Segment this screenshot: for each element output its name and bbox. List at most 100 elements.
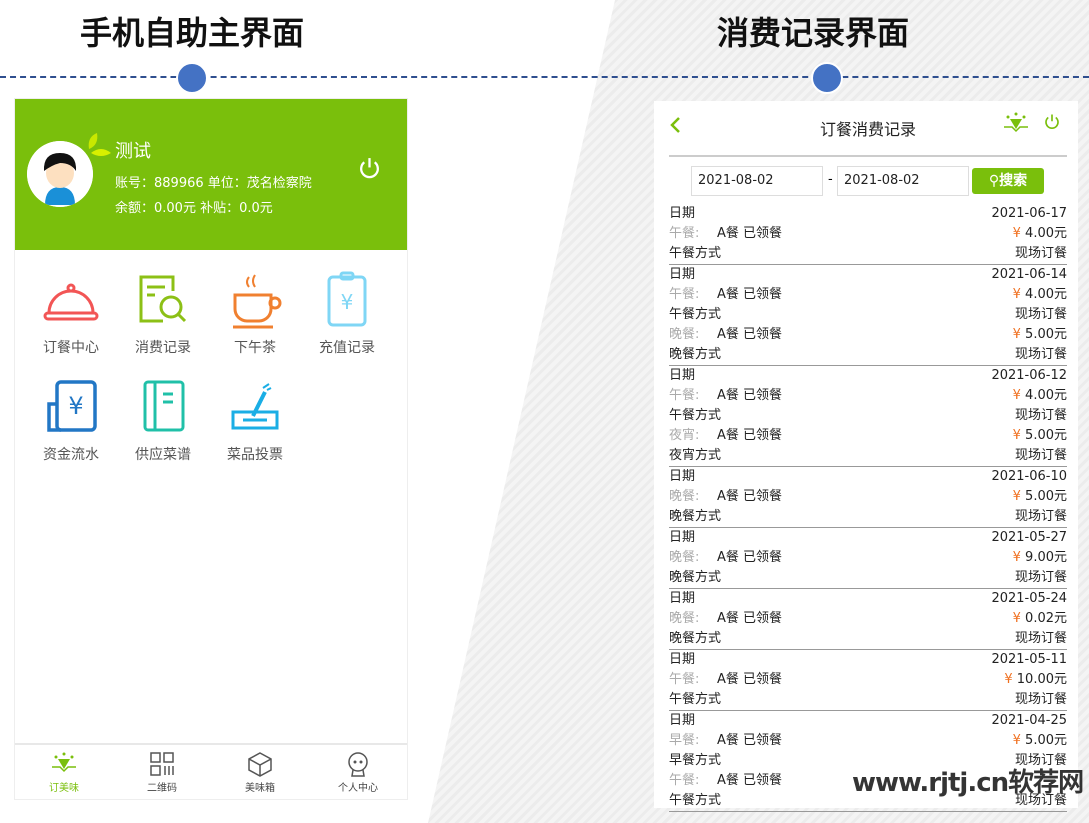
record-group: 日期 2021-05-11 午餐: A餐 已领餐 ¥ 10.00元 午餐方式 现场订餐 (669, 650, 1067, 711)
search-icon: ⚲ (988, 173, 1000, 189)
date-label: 日期 (669, 469, 696, 484)
meal-row: 午餐: A餐 已领餐 ¥ 4.00元 (669, 386, 1067, 406)
qrcode-icon (150, 752, 174, 776)
document-search-icon (139, 275, 187, 323)
meal-type: 午餐: (669, 287, 700, 302)
dish-status: A餐 已领餐 (717, 672, 783, 687)
method-row: 晚餐方式 现场订餐 (669, 629, 1067, 649)
method-row: 午餐方式 现场订餐 (669, 690, 1067, 710)
price: 0.02元 (1025, 611, 1067, 626)
date-row: 日期 2021-04-25 (669, 711, 1067, 731)
bottom-nav: 订美味 二维码 美味箱 个人中心 (15, 743, 407, 799)
menu-item-label: 消费记录 (135, 340, 191, 356)
nav-tab-4[interactable]: 个人中心 (309, 745, 407, 799)
date-row: 日期 2021-06-12 (669, 366, 1067, 386)
order-method: 现场订餐 (1014, 570, 1067, 585)
method-label: 晚餐方式 (669, 347, 722, 362)
record-group: 日期 2021-06-17 午餐: A餐 已领餐 ¥ 4.00元 午餐方式 现场订餐 (669, 204, 1067, 265)
price: 4.00元 (1025, 226, 1067, 241)
currency-symbol: ¥ (1012, 489, 1021, 504)
end-date-input[interactable]: 2021-08-02 (837, 166, 969, 196)
dish-status: A餐 已领餐 (717, 388, 783, 403)
food-cloche-icon (43, 283, 99, 321)
order-method: 现场订餐 (1014, 408, 1067, 423)
record-date: 2021-06-14 (991, 267, 1067, 282)
method-label: 晚餐方式 (669, 509, 722, 524)
menu-item-label: 订餐中心 (43, 340, 99, 356)
meal-type: 晚餐: (669, 611, 700, 626)
coffee-cup-icon (233, 274, 282, 329)
user-name: 测试 (115, 141, 151, 162)
dish-status: A餐 已领餐 (717, 287, 783, 302)
method-label: 午餐方式 (669, 307, 722, 322)
meal-row: 夜宵: A餐 已领餐 ¥ 5.00元 (669, 426, 1067, 446)
meal-type: 夜宵: (669, 428, 700, 443)
currency-symbol: ¥ (1012, 327, 1021, 342)
record-date: 2021-06-10 (991, 469, 1067, 484)
menu-item-5[interactable]: ¥ 资金流水 (31, 376, 111, 464)
dish-status: A餐 已领餐 (717, 733, 783, 748)
menu-item-label: 下午茶 (234, 340, 276, 356)
dish-status: A餐 已领餐 (717, 428, 783, 443)
person-icon (348, 752, 368, 777)
nav-tab-2[interactable]: 二维码 (113, 745, 211, 799)
watermark: www.rjtj.cn软荐网 (852, 768, 1084, 798)
nav-tab-1[interactable]: 订美味 (15, 745, 113, 799)
date-label: 日期 (669, 591, 696, 606)
menu-item-1[interactable]: 订餐中心 (31, 269, 111, 357)
nav-tab-label: 订美味 (49, 783, 79, 794)
nav-tab-3[interactable]: 美味箱 (211, 745, 309, 799)
date-label: 日期 (669, 206, 696, 221)
order-method: 现场订餐 (1014, 347, 1067, 362)
method-label: 早餐方式 (669, 753, 722, 768)
menu-book-icon (143, 380, 185, 432)
price: 5.00元 (1025, 428, 1067, 443)
balance-info: 余额：0.00元 补贴：0.0元 (115, 201, 273, 216)
record-date: 2021-04-25 (991, 713, 1067, 728)
method-label: 夜宵方式 (669, 448, 722, 463)
currency-symbol: ¥ (1012, 226, 1021, 241)
price: 5.00元 (1025, 489, 1067, 504)
method-row: 午餐方式 现场订餐 (669, 305, 1067, 325)
dish-status: A餐 已领餐 (717, 327, 783, 342)
account-info: 账号：889966 单位：茂名检察院 (115, 176, 312, 191)
method-row: 午餐方式 现场订餐 (669, 244, 1067, 264)
record-date: 2021-05-24 (991, 591, 1067, 606)
power-icon[interactable] (1043, 113, 1061, 131)
meal-type: 早餐: (669, 733, 700, 748)
record-date: 2021-06-12 (991, 368, 1067, 383)
date-row: 日期 2021-06-17 (669, 204, 1067, 224)
meal-row: 晚餐: A餐 已领餐 ¥ 5.00元 (669, 487, 1067, 507)
order-method: 现场订餐 (1014, 692, 1067, 707)
timeline-dot (176, 62, 208, 94)
currency-symbol: ¥ (1012, 287, 1021, 302)
method-label: 午餐方式 (669, 408, 722, 423)
meal-logo-icon[interactable] (1002, 111, 1030, 133)
menu-item-6[interactable]: 供应菜谱 (123, 376, 203, 464)
power-icon[interactable] (357, 156, 382, 181)
yen-ledger-icon: ¥ (47, 380, 97, 432)
record-group: 日期 2021-06-14 午餐: A餐 已领餐 ¥ 4.00元 午餐方式 现场订餐 晚餐: A… (669, 265, 1067, 366)
menu-item-7[interactable]: 菜品投票 (215, 376, 295, 464)
date-label: 日期 (669, 267, 696, 282)
record-group: 日期 2021-05-27 晚餐: A餐 已领餐 ¥ 9.00元 晚餐方式 现场订餐 (669, 528, 1067, 589)
order-method: 现场订餐 (1014, 509, 1067, 524)
date-row: 日期 2021-05-27 (669, 528, 1067, 548)
meal-row: 午餐: A餐 已领餐 ¥ 4.00元 (669, 285, 1067, 305)
menu-item-2[interactable]: 消费记录 (123, 269, 203, 357)
date-label: 日期 (669, 368, 696, 383)
meal-row: 早餐: A餐 已领餐 ¥ 5.00元 (669, 731, 1067, 751)
menu-item-3[interactable]: 下午茶 (215, 269, 295, 357)
records-list: 日期 2021-06-17 午餐: A餐 已领餐 ¥ 4.00元 午餐方式 现场订餐 日期 20… (669, 204, 1067, 812)
menu-item-4[interactable]: ¥ 充值记录 (307, 269, 387, 357)
start-date-input[interactable]: 2021-08-02 (691, 166, 823, 196)
search-label: 搜索 (999, 173, 1028, 189)
price: 5.00元 (1025, 733, 1067, 748)
timeline-dot (811, 62, 843, 94)
menu-item-label: 充值记录 (319, 340, 375, 356)
method-label: 午餐方式 (669, 246, 722, 261)
search-button[interactable]: ⚲搜索 (972, 168, 1044, 194)
order-method: 现场订餐 (1014, 448, 1067, 463)
currency-symbol: ¥ (1012, 428, 1021, 443)
meal-type: 晚餐: (669, 550, 700, 565)
